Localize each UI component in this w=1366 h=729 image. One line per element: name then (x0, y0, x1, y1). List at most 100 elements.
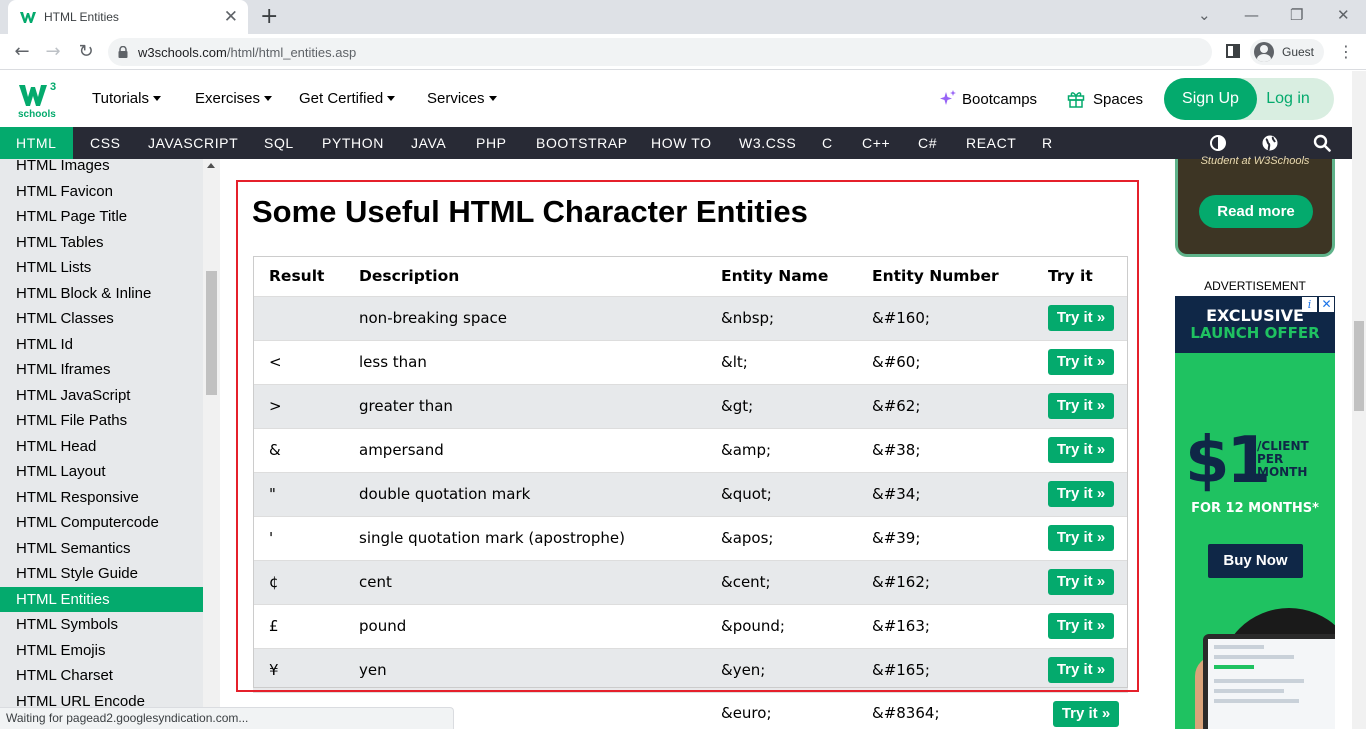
ad-info-icon[interactable]: i (1302, 297, 1317, 312)
forward-icon[interactable]: → (41, 40, 65, 64)
bootcamps-link[interactable]: Bootcamps (940, 90, 1037, 108)
sidebar-item-html-classes[interactable]: HTML Classes (0, 306, 203, 331)
sidebar: HTML Images HTML Favicon HTML Page Title… (0, 159, 203, 729)
side-panel-icon[interactable] (1226, 44, 1240, 58)
url-input[interactable]: w3schools.com/html/html_entities.asp (108, 38, 1212, 66)
sidebar-scroll-thumb[interactable] (206, 271, 217, 395)
topic-sql[interactable]: SQL (264, 127, 294, 159)
gift-icon (1067, 92, 1085, 108)
caret-down-icon (488, 96, 497, 101)
lock-icon (118, 46, 128, 58)
site-header: 3 schools Tutorials Exercises Get Certif… (0, 71, 1352, 127)
ad-buy-now-button[interactable]: Buy Now (1208, 544, 1303, 578)
sparkle-icon (940, 90, 956, 105)
sidebar-item-html-semantics[interactable]: HTML Semantics (0, 536, 203, 561)
caret-down-icon (152, 96, 161, 101)
topic-csharp[interactable]: C# (918, 127, 937, 159)
read-more-button[interactable]: Read more (1199, 195, 1313, 228)
address-toolbar: ← → ↻ w3schools.com/html/html_entities.a… (0, 34, 1366, 70)
cell-entity-number: &#8364; (872, 704, 940, 722)
topic-python[interactable]: PYTHON (322, 127, 384, 159)
topic-css[interactable]: CSS (90, 127, 121, 159)
topic-php[interactable]: PHP (476, 127, 507, 159)
search-icon[interactable] (1313, 134, 1331, 152)
sidebar-item-html-tables[interactable]: HTML Tables (0, 230, 203, 255)
nav-get-certified[interactable]: Get Certified (299, 90, 396, 107)
profile-button[interactable]: Guest (1250, 39, 1325, 65)
browser-tab-strip: HTML Entities ✕ + ⌄ — ❐ ✕ (0, 0, 1366, 34)
ad-close-icon[interactable]: ✕ (1319, 297, 1334, 312)
sidebar-item-html-head[interactable]: HTML Head (0, 434, 203, 459)
sidebar-item-html-entities[interactable]: HTML Entities (0, 587, 203, 612)
page-scrollbar[interactable] (1352, 71, 1366, 729)
nav-exercises[interactable]: Exercises (195, 90, 273, 107)
ad-price: $1 (1185, 424, 1271, 498)
try-it-button[interactable]: Try it » (1053, 701, 1119, 727)
minimize-icon[interactable]: — (1244, 6, 1259, 24)
advertisement-banner[interactable]: EXCLUSIVE LAUNCH OFFER i ✕ $1 /CLIENT PE… (1175, 296, 1335, 729)
topic-w3css[interactable]: W3.CSS (739, 127, 796, 159)
tab-title: HTML Entities (44, 10, 119, 24)
topic-how-to[interactable]: HOW TO (651, 127, 712, 159)
sidebar-item-html-favicon[interactable]: HTML Favicon (0, 179, 203, 204)
topic-react[interactable]: REACT (966, 127, 1016, 159)
nav-services[interactable]: Services (427, 90, 497, 107)
new-tab-icon[interactable]: + (260, 6, 278, 28)
sidebar-item-html-page-title[interactable]: HTML Page Title (0, 204, 203, 229)
sidebar-item-html-layout[interactable]: HTML Layout (0, 459, 203, 484)
promo-subtitle: Student at W3Schools (1200, 155, 1310, 167)
advertisement-label: ADVERTISEMENT (1204, 279, 1306, 293)
sidebar-item-html-images[interactable]: HTML Images (0, 159, 203, 178)
contrast-icon[interactable] (1209, 134, 1227, 152)
login-button[interactable]: Log in (1257, 78, 1319, 120)
topic-c[interactable]: C (822, 127, 833, 159)
sidebar-item-html-computercode[interactable]: HTML Computercode (0, 510, 203, 535)
signup-button[interactable]: Sign Up (1164, 78, 1257, 120)
nav-tutorials[interactable]: Tutorials (92, 90, 161, 107)
topic-nav: HTML CSS JAVASCRIPT SQL PYTHON JAVA PHP … (0, 127, 1352, 159)
sidebar-item-html-emojis[interactable]: HTML Emojis (0, 638, 203, 663)
spaces-link[interactable]: Spaces (1067, 90, 1143, 108)
sidebar-item-html-block-inline[interactable]: HTML Block & Inline (0, 281, 203, 306)
scroll-up-arrow-icon[interactable] (207, 163, 215, 168)
avatar-icon (1254, 42, 1274, 62)
w3schools-logo[interactable]: 3 schools (17, 79, 61, 119)
cell-entity-name: &euro; (721, 704, 772, 722)
ad-duration: FOR 12 MONTHS* (1191, 501, 1319, 516)
sidebar-item-html-file-paths[interactable]: HTML File Paths (0, 408, 203, 433)
caret-down-icon (264, 96, 273, 101)
sidebar-item-html-iframes[interactable]: HTML Iframes (0, 357, 203, 382)
reload-icon[interactable]: ↻ (74, 40, 98, 64)
sidebar-item-html-responsive[interactable]: HTML Responsive (0, 485, 203, 510)
close-tab-icon[interactable]: ✕ (224, 8, 238, 26)
topic-html[interactable]: HTML (0, 127, 73, 159)
w3schools-favicon-icon (20, 12, 36, 23)
profile-name: Guest (1282, 45, 1315, 59)
topic-cpp[interactable]: C++ (862, 127, 890, 159)
back-icon[interactable]: ← (10, 40, 34, 64)
logo-sup: 3 (50, 81, 56, 93)
sidebar-scrollbar[interactable] (203, 159, 220, 729)
sidebar-item-html-style-guide[interactable]: HTML Style Guide (0, 561, 203, 586)
topic-r[interactable]: R (1042, 127, 1053, 159)
globe-icon[interactable] (1261, 134, 1279, 152)
logo-text: schools (18, 109, 56, 119)
restore-icon[interactable]: ❐ (1290, 6, 1303, 24)
sidebar-item-html-id[interactable]: HTML Id (0, 332, 203, 357)
browser-tab[interactable]: HTML Entities ✕ (8, 0, 248, 34)
sidebar-item-html-lists[interactable]: HTML Lists (0, 255, 203, 280)
ad-laptop-image (1203, 634, 1335, 729)
sidebar-item-html-charset[interactable]: HTML Charset (0, 663, 203, 688)
topic-java[interactable]: JAVA (411, 127, 446, 159)
window-close-icon[interactable]: ✕ (1337, 6, 1350, 24)
url-host: w3schools.com (138, 44, 227, 60)
topic-bootstrap[interactable]: BOOTSTRAP (536, 127, 628, 159)
topic-javascript[interactable]: JAVASCRIPT (148, 127, 238, 159)
status-bar: Waiting for pagead2.googlesyndication.co… (0, 707, 454, 729)
tab-search-icon[interactable]: ⌄ (1198, 6, 1211, 24)
sidebar-item-html-symbols[interactable]: HTML Symbols (0, 612, 203, 637)
browser-menu-icon[interactable]: ⋮ (1338, 42, 1354, 61)
sidebar-item-html-javascript[interactable]: HTML JavaScript (0, 383, 203, 408)
page-scroll-thumb[interactable] (1354, 321, 1364, 411)
highlight-box (236, 180, 1139, 692)
